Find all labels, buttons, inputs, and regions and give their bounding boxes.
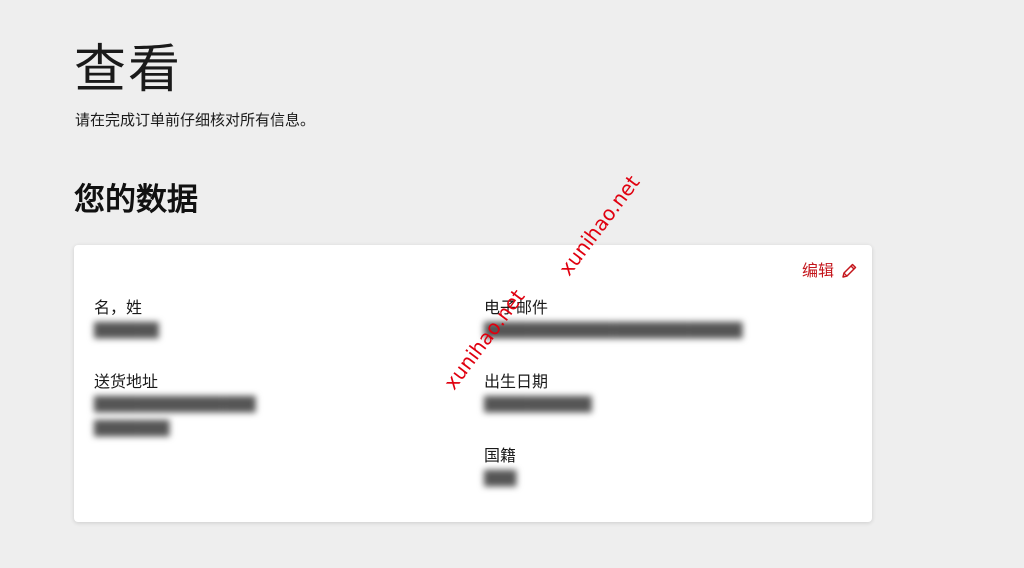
field-email-value: ████████████████████████ [484,323,743,339]
field-email: 电子邮件 ████████████████████████ [484,297,742,343]
field-nationality-label: 国籍 [484,446,517,465]
edit-label: 编辑 [801,261,834,280]
field-address-label: 送货地址 [94,372,159,391]
field-name-label: 名，姓 [94,298,143,317]
section-title: 您的数据 [74,182,198,218]
page-title: 查看 [74,40,183,100]
field-nationality: 国籍 ███ [484,445,516,491]
field-birthdate-label: 出生日期 [484,372,549,391]
review-page: 查看 请在完成订单前仔细核对所有信息。 您的数据 编辑 名，姓 ██████ 送… [0,0,1024,568]
field-name: 名，姓 ██████ [94,297,159,343]
field-name-value: ██████ [94,323,159,339]
pencil-icon [840,262,858,280]
field-birthdate: 出生日期 ██████████ [484,371,592,417]
field-birthdate-value: ██████████ [484,397,592,413]
data-card: 编辑 名，姓 ██████ 送货地址 ███████████████ █████… [74,245,872,522]
edit-button[interactable]: 编辑 [802,261,858,281]
field-address-line2: ███████ [94,421,170,437]
page-subtitle: 请在完成订单前仔细核对所有信息。 [75,111,316,129]
field-address-line1: ███████████████ [94,397,256,413]
field-email-label: 电子邮件 [484,298,549,317]
field-address: 送货地址 ███████████████ ███████ [94,371,256,441]
field-nationality-value: ███ [484,471,517,487]
